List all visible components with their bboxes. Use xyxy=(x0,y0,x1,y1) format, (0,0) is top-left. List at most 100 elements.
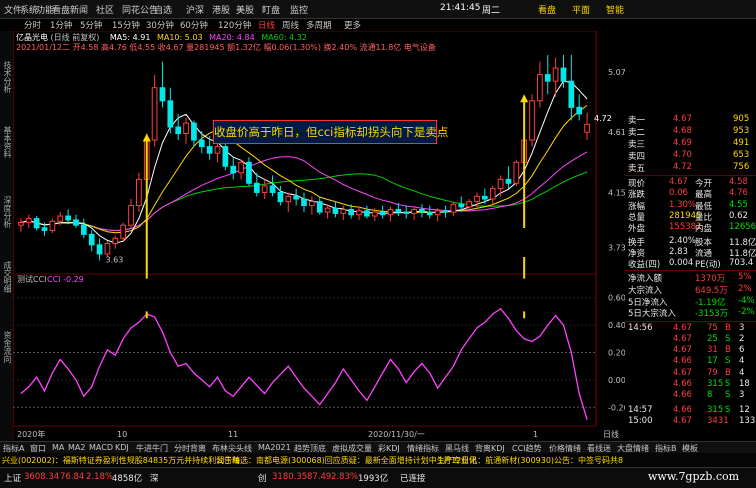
divider xyxy=(625,270,756,272)
candle-body xyxy=(489,188,496,200)
tick-row: 15:00 4.67 3431 133 xyxy=(625,416,756,427)
candle-body xyxy=(198,139,205,148)
period-tab[interactable]: 周线 xyxy=(282,19,299,31)
menu-item[interactable]: 同花公告 xyxy=(122,3,158,16)
period-tab[interactable]: 更多 xyxy=(344,19,361,31)
period-tab[interactable]: 多周期 xyxy=(306,19,332,31)
candle-body xyxy=(529,100,535,141)
candle-body xyxy=(96,244,103,255)
quote-label: 涨跌 xyxy=(628,190,646,201)
quote-value-2: 703.4 xyxy=(729,258,754,269)
order-book-row: 卖一 4.67 905 xyxy=(625,114,756,126)
candle-body xyxy=(560,67,567,82)
tick-row: 4.66 315 S 18 xyxy=(625,379,756,390)
quote-label: 换手 xyxy=(628,237,646,248)
quote-label: 现价 xyxy=(628,179,646,189)
quote-value: 4.67 xyxy=(669,177,688,187)
menu-item[interactable]: 盯盘 xyxy=(262,3,280,16)
candle-body xyxy=(49,220,56,231)
candle-body xyxy=(253,182,260,193)
tick-count: 3 xyxy=(739,322,745,333)
period-tab[interactable]: 5分钟 xyxy=(80,19,102,31)
quote-label-2: 最高 xyxy=(695,190,713,201)
tick-side: S xyxy=(725,405,731,416)
menu-item[interactable]: 监控 xyxy=(290,3,308,16)
candle-body xyxy=(552,67,559,82)
redacted-box xyxy=(260,228,593,257)
period-tab[interactable]: 分时 xyxy=(24,19,41,31)
tick-row: 14:57 4.66 315 S 12 xyxy=(625,405,756,416)
candle-body xyxy=(57,215,64,222)
period-tab[interactable]: 60分钟 xyxy=(180,19,208,31)
quote-value-2: 11.8亿 xyxy=(729,248,756,259)
ob-volume: 756 xyxy=(733,162,750,172)
candle-body xyxy=(364,210,370,217)
quote-row: 换手 2.40% 股本 11.8亿 xyxy=(625,236,756,248)
tick-volume: 315 xyxy=(707,405,724,416)
quote-value-2: 4.58 xyxy=(729,177,748,187)
candle-body xyxy=(395,208,402,213)
news-item[interactable]: 兴业(002002)：福斯特证券盈利性规股84835万元并持续利润于每 xyxy=(2,455,240,466)
tick-count: 12 xyxy=(739,405,750,416)
cci-axis-label: -0.20 xyxy=(608,403,625,412)
ma5-label: MA5: 4.91 xyxy=(109,33,151,42)
period-tab[interactable]: 1分钟 xyxy=(50,19,72,31)
flow-value: -1.19亿 xyxy=(695,297,726,308)
quote-row: 现价 4.67 今开 4.58 xyxy=(625,177,756,189)
menu-item[interactable]: 智能 xyxy=(606,3,624,16)
indicator-tab[interactable]: MA2 xyxy=(68,443,85,452)
date-axis-label: 2020年 xyxy=(17,429,45,439)
period-tab[interactable]: 120分钟 xyxy=(218,19,251,31)
side-tab-5[interactable]: 资金流向 xyxy=(1,331,12,363)
period-tab[interactable]: 15分钟 xyxy=(112,19,140,31)
tick-count: 18 xyxy=(739,378,750,389)
tick-row: 4.66 17 S 4 xyxy=(625,356,756,367)
date-axis-label: 11 xyxy=(228,430,238,439)
candle-body xyxy=(332,207,339,214)
menu-item[interactable]: 沪深 xyxy=(186,3,204,16)
menu-item[interactable]: 看盘 xyxy=(538,3,556,16)
indicator-tab[interactable]: MACD xyxy=(89,443,113,452)
date-axis-label: 10 xyxy=(117,430,127,439)
indicator-tab[interactable]: MA2021 xyxy=(258,443,291,452)
flow-label: 5日大宗流入 xyxy=(628,309,676,320)
tick-price: 4.67 xyxy=(673,416,692,427)
menu-item[interactable]: 看盘新闻 xyxy=(52,3,88,16)
side-tab-4[interactable]: 成交明细 xyxy=(1,261,12,293)
ob-price: 4.69 xyxy=(673,138,692,148)
quote-value: 0.004 xyxy=(669,258,694,269)
tick-side: B xyxy=(725,322,731,333)
tick-price: 4.67 xyxy=(673,345,692,356)
indicator-tab[interactable]: MA xyxy=(52,443,64,452)
tick-count: 3 xyxy=(739,390,745,400)
price-axis-label: 3.73 xyxy=(608,243,625,252)
order-book-row: 卖四 4.70 653 xyxy=(625,150,756,162)
tick-price: 4.67 xyxy=(673,367,692,378)
ob-price: 4.70 xyxy=(673,150,692,160)
side-tab-2[interactable]: 基本资料 xyxy=(1,126,12,158)
menu-item[interactable]: 平面 xyxy=(572,3,590,16)
menu-item[interactable]: 社区 xyxy=(96,3,114,16)
menu-item[interactable]: 美股 xyxy=(236,3,254,16)
menu-item[interactable]: 自选 xyxy=(154,3,172,16)
date-axis-label: 2020/11/30/一 xyxy=(368,430,425,439)
quote-value-2: 11.8亿 xyxy=(729,237,756,248)
indicator-tab[interactable]: KDJ xyxy=(115,443,129,452)
side-tab-1[interactable]: 技术分析 xyxy=(1,61,12,93)
candle-body xyxy=(80,224,87,235)
news-item[interactable]: 1月12日讯：航通新材(300930)公告：中签号码共8 xyxy=(438,455,623,466)
news-ticker: 兴业(002002)：福斯特证券盈利性规股84835万元并持续利润于每 公告精选：… xyxy=(0,453,756,467)
cci-value: CCI -0.29 xyxy=(47,275,84,284)
period-tab[interactable]: 日线 xyxy=(258,19,275,31)
candle-body xyxy=(293,195,299,200)
price-axis-label: 5.07 xyxy=(608,68,625,77)
status-bar: 上证 3608.34 76.84 2.18% 4858亿 深 创 3180.35… xyxy=(0,467,756,488)
side-tab-3[interactable]: 深度分析 xyxy=(1,196,12,228)
tick-side: S xyxy=(725,378,731,389)
ob-volume: 653 xyxy=(733,150,750,160)
menu-item[interactable]: 港股 xyxy=(212,3,230,16)
flow-value: -3153万 xyxy=(695,309,729,320)
flow-label: 5日净流入 xyxy=(628,297,668,308)
candle-body xyxy=(238,161,244,174)
period-tab[interactable]: 30分钟 xyxy=(146,19,174,31)
